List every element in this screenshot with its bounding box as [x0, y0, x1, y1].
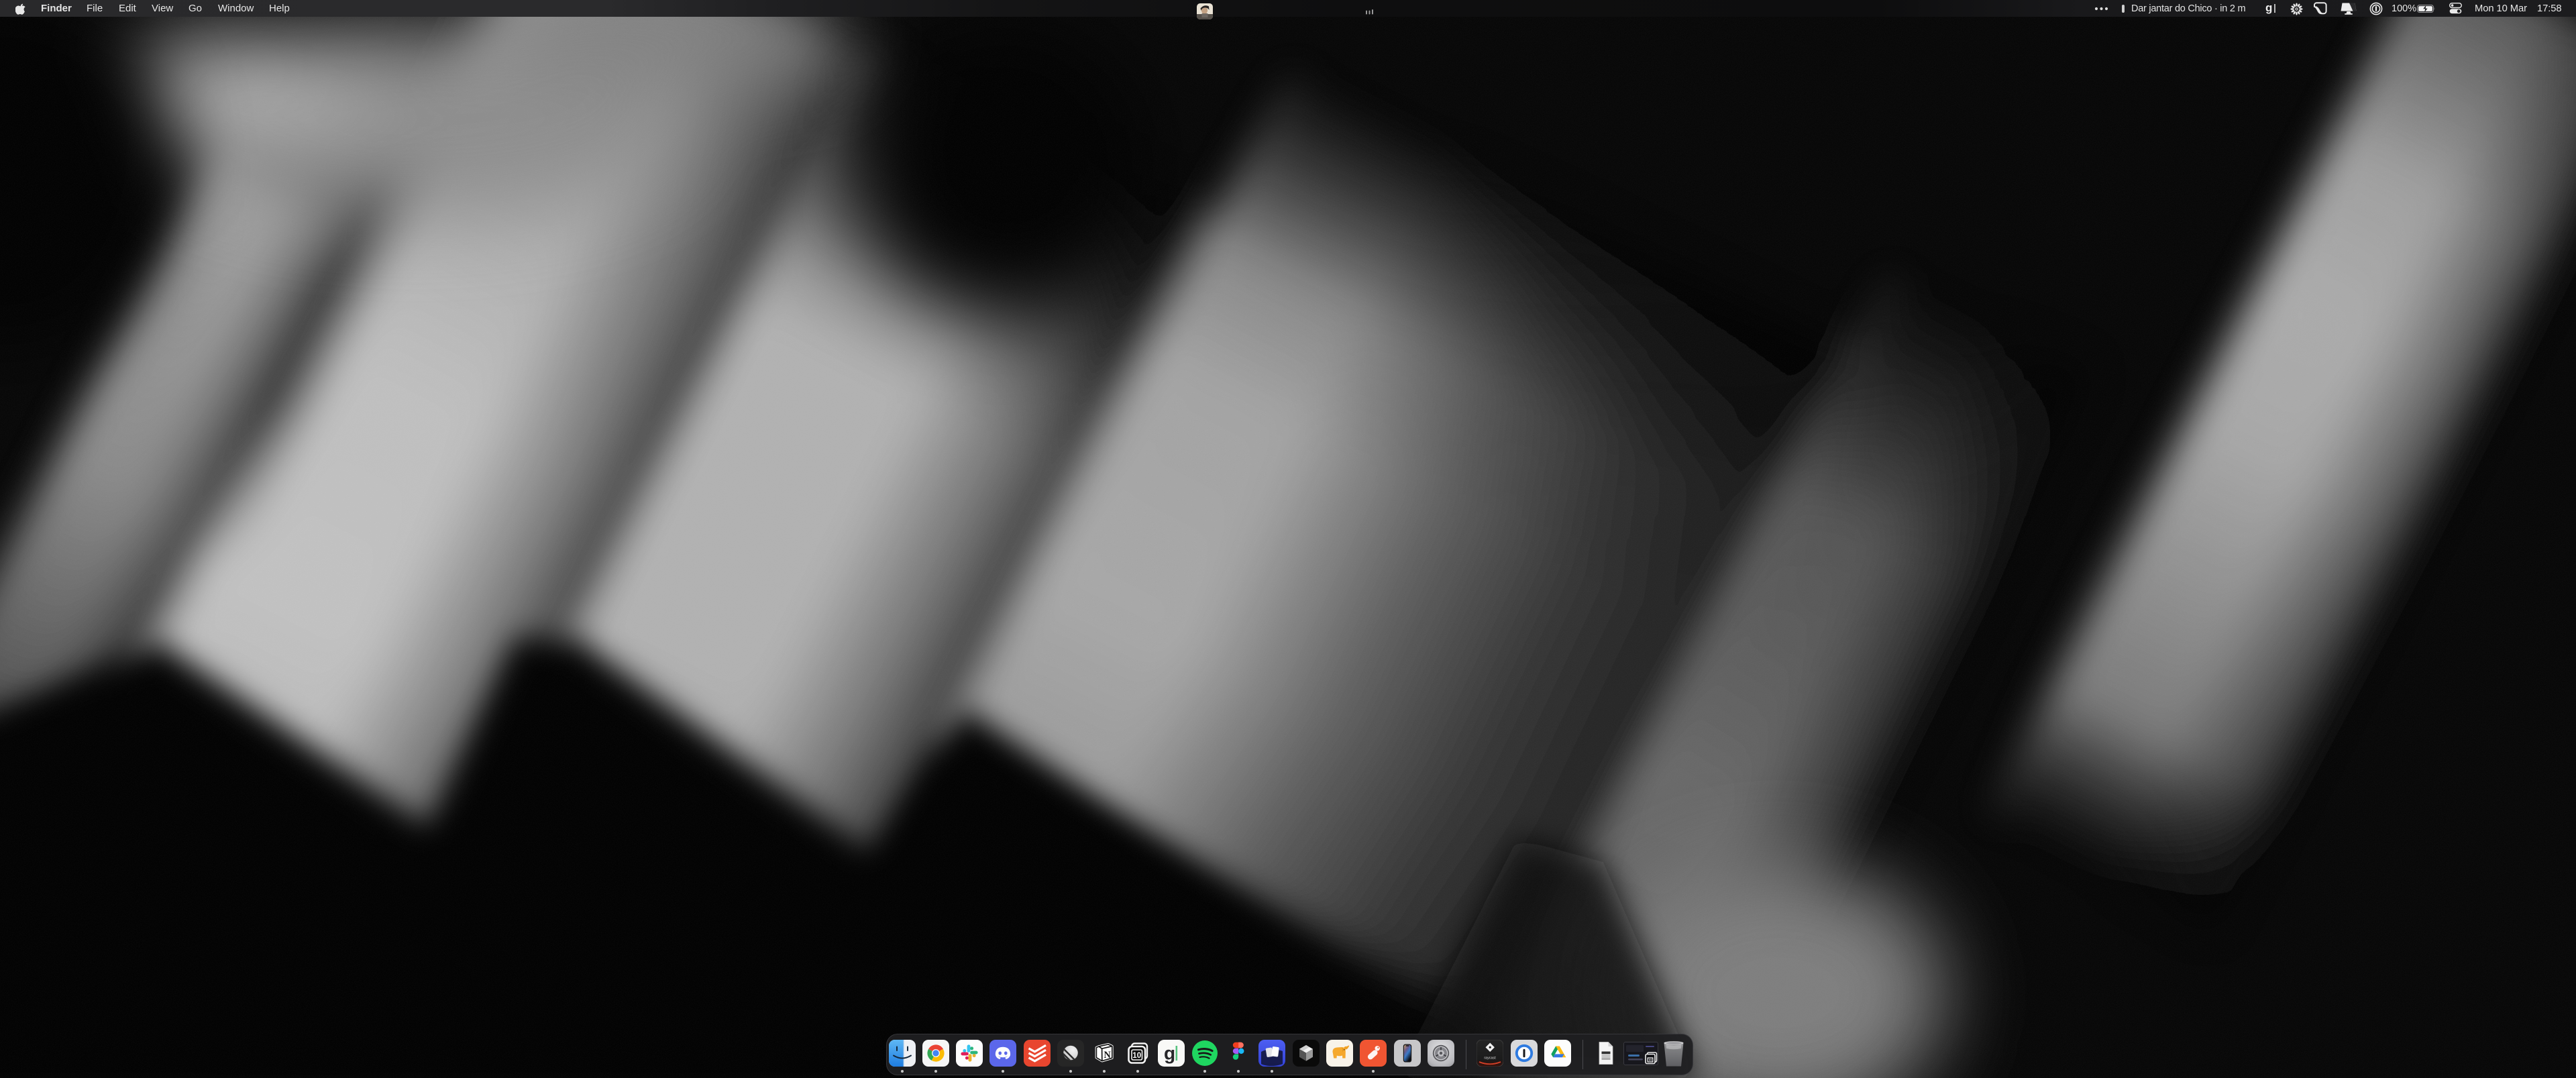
svg-text:g: g: [1164, 1043, 1175, 1064]
svg-text:raycast: raycast: [1484, 1057, 1496, 1061]
svg-text:N: N: [1104, 1050, 1111, 1061]
svg-text:10: 10: [1132, 1052, 1141, 1060]
